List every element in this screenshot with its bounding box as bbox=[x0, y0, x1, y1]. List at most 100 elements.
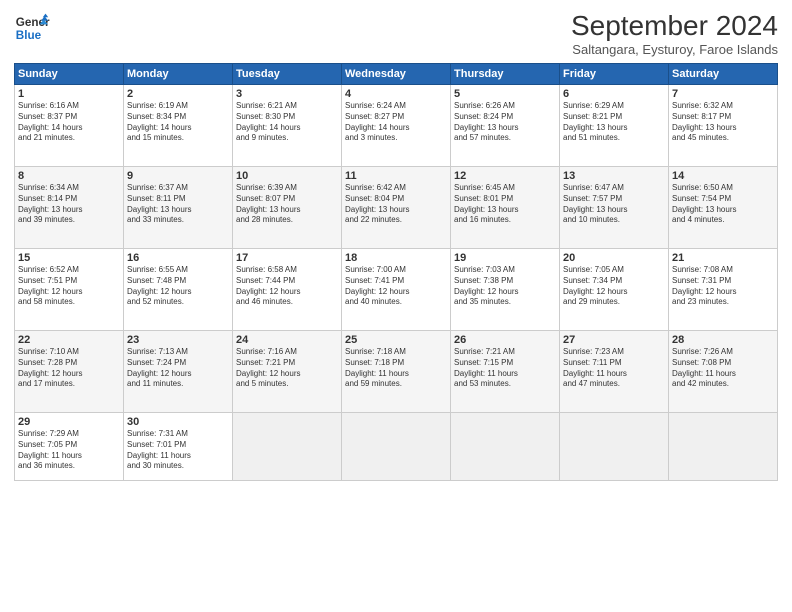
sunrise-info: Sunrise: 6:52 AM bbox=[18, 265, 79, 274]
title-block: September 2024 Saltangara, Eysturoy, Far… bbox=[571, 10, 778, 57]
calendar-day-cell: 30Sunrise: 7:31 AMSunset: 7:01 PMDayligh… bbox=[124, 413, 233, 481]
sunset-info: Sunset: 7:41 PM bbox=[345, 276, 404, 285]
day-info: Sunrise: 6:47 AM Sunset: 7:57 PM Daylight:… bbox=[563, 183, 665, 226]
daylight-hours: Daylight: 13 hours bbox=[672, 205, 736, 214]
day-number: 27 bbox=[563, 334, 665, 346]
day-number: 15 bbox=[18, 252, 120, 264]
day-number: 13 bbox=[563, 170, 665, 182]
day-info-continuation: and 16 minutes. bbox=[454, 215, 511, 224]
calendar-day-cell: 25Sunrise: 7:18 AMSunset: 7:18 PMDayligh… bbox=[342, 331, 451, 413]
sunrise-info: Sunrise: 6:24 AM bbox=[345, 101, 406, 110]
day-info-continuation: and 42 minutes. bbox=[672, 379, 729, 388]
sunrise-info: Sunrise: 7:05 AM bbox=[563, 265, 624, 274]
calendar-day-cell: 14Sunrise: 6:50 AMSunset: 7:54 PMDayligh… bbox=[669, 167, 778, 249]
day-info: Sunrise: 7:23 AMSunset: 7:11 PMDaylight:… bbox=[563, 347, 665, 390]
calendar-day-cell: 3Sunrise: 6:21 AMSunset: 8:30 PMDaylight… bbox=[233, 85, 342, 167]
day-number: 14 bbox=[672, 170, 774, 182]
day-info: Sunrise: 6:26 AMSunset: 8:24 PMDaylight:… bbox=[454, 101, 556, 144]
calendar-day-cell: 7Sunrise: 6:32 AMSunset: 8:17 PMDaylight… bbox=[669, 85, 778, 167]
day-number: 5 bbox=[454, 88, 556, 100]
day-info-continuation: and 5 minutes. bbox=[236, 379, 288, 388]
day-number: 16 bbox=[127, 252, 229, 264]
calendar-day-cell: 8Sunrise: 6:34 AMSunset: 8:14 PMDaylight… bbox=[15, 167, 124, 249]
sunrise-info: Sunrise: 6:26 AM bbox=[454, 101, 515, 110]
calendar-day-cell bbox=[560, 413, 669, 481]
daylight-hours: Daylight: 12 hours bbox=[127, 287, 191, 296]
daylight-hours: Daylight: 13 hours bbox=[127, 205, 191, 214]
sunrise-info: Sunrise: 6:47 AM bbox=[563, 183, 624, 192]
day-info: Sunrise: 7:13 AMSunset: 7:24 PMDaylight:… bbox=[127, 347, 229, 390]
header: General Blue September 2024 Saltangara, … bbox=[14, 10, 778, 57]
calendar-day-cell bbox=[669, 413, 778, 481]
daylight-hours: Daylight: 13 hours bbox=[563, 205, 627, 214]
calendar-page: General Blue September 2024 Saltangara, … bbox=[0, 0, 792, 612]
sunrise-info: Sunrise: 6:55 AM bbox=[127, 265, 188, 274]
day-info-continuation: and 35 minutes. bbox=[454, 297, 511, 306]
daylight-hours: Daylight: 13 hours bbox=[18, 205, 82, 214]
weekday-header-saturday: Saturday bbox=[669, 64, 778, 85]
sunrise-info: Sunrise: 7:26 AM bbox=[672, 347, 733, 356]
day-info: Sunrise: 6:58 AMSunset: 7:44 PMDaylight:… bbox=[236, 265, 338, 308]
day-number: 4 bbox=[345, 88, 447, 100]
daylight-hours: Daylight: 12 hours bbox=[236, 287, 300, 296]
day-info-continuation: and 53 minutes. bbox=[454, 379, 511, 388]
daylight-hours: Daylight: 11 hours bbox=[345, 369, 409, 378]
day-info: Sunrise: 6:52 AMSunset: 7:51 PMDaylight:… bbox=[18, 265, 120, 308]
daylight-hours: Daylight: 12 hours bbox=[672, 287, 736, 296]
day-info: Sunrise: 7:03 AMSunset: 7:38 PMDaylight:… bbox=[454, 265, 556, 308]
day-info-continuation: and 29 minutes. bbox=[563, 297, 620, 306]
sunset-info: Sunset: 7:28 PM bbox=[18, 358, 77, 367]
sunrise-info: Sunrise: 6:45 AM bbox=[454, 183, 515, 192]
day-number: 10 bbox=[236, 170, 338, 182]
weekday-header-thursday: Thursday bbox=[451, 64, 560, 85]
sunset-info: Sunset: 8:01 PM bbox=[454, 194, 513, 203]
calendar-day-cell: 28Sunrise: 7:26 AMSunset: 7:08 PMDayligh… bbox=[669, 331, 778, 413]
day-info: Sunrise: 7:29 AMSunset: 7:05 PMDaylight:… bbox=[18, 429, 120, 472]
sunset-info: Sunset: 7:08 PM bbox=[672, 358, 731, 367]
day-number: 28 bbox=[672, 334, 774, 346]
sunrise-info: Sunrise: 6:19 AM bbox=[127, 101, 188, 110]
sunrise-info: Sunrise: 7:00 AM bbox=[345, 265, 406, 274]
day-info-continuation: and 15 minutes. bbox=[127, 133, 184, 142]
daylight-hours: Daylight: 12 hours bbox=[18, 369, 82, 378]
sunset-info: Sunset: 8:21 PM bbox=[563, 112, 622, 121]
day-number: 21 bbox=[672, 252, 774, 264]
calendar-week-row: 29Sunrise: 7:29 AMSunset: 7:05 PMDayligh… bbox=[15, 413, 778, 481]
sunrise-info: Sunrise: 7:10 AM bbox=[18, 347, 79, 356]
calendar-week-row: 22Sunrise: 7:10 AMSunset: 7:28 PMDayligh… bbox=[15, 331, 778, 413]
day-info: Sunrise: 7:18 AMSunset: 7:18 PMDaylight:… bbox=[345, 347, 447, 390]
day-info-continuation: and 57 minutes. bbox=[454, 133, 511, 142]
day-number: 8 bbox=[18, 170, 120, 182]
daylight-hours: Daylight: 14 hours bbox=[127, 123, 191, 132]
day-number: 18 bbox=[345, 252, 447, 264]
calendar-day-cell: 21Sunrise: 7:08 AMSunset: 7:31 PMDayligh… bbox=[669, 249, 778, 331]
sunrise-info: Sunrise: 6:32 AM bbox=[672, 101, 733, 110]
daylight-hours: Daylight: 12 hours bbox=[454, 287, 518, 296]
sunset-info: Sunset: 8:11 PM bbox=[127, 194, 186, 203]
sunset-info: Sunset: 7:57 PM bbox=[563, 194, 622, 203]
daylight-hours: Daylight: 12 hours bbox=[236, 369, 300, 378]
daylight-hours: Daylight: 11 hours bbox=[127, 451, 191, 460]
sunset-info: Sunset: 7:18 PM bbox=[345, 358, 404, 367]
day-number: 30 bbox=[127, 416, 229, 428]
daylight-hours: Daylight: 13 hours bbox=[236, 205, 300, 214]
day-info-continuation: and 3 minutes. bbox=[345, 133, 397, 142]
day-number: 6 bbox=[563, 88, 665, 100]
calendar-day-cell: 24Sunrise: 7:16 AMSunset: 7:21 PMDayligh… bbox=[233, 331, 342, 413]
sunset-info: Sunset: 8:27 PM bbox=[345, 112, 404, 121]
weekday-header-monday: Monday bbox=[124, 64, 233, 85]
sunset-info: Sunset: 7:34 PM bbox=[563, 276, 622, 285]
day-info-continuation: and 47 minutes. bbox=[563, 379, 620, 388]
day-number: 7 bbox=[672, 88, 774, 100]
calendar-header-row: SundayMondayTuesdayWednesdayThursdayFrid… bbox=[15, 64, 778, 85]
sunrise-info: Sunrise: 7:29 AM bbox=[18, 429, 79, 438]
sunset-info: Sunset: 8:07 PM bbox=[236, 194, 295, 203]
calendar-day-cell bbox=[342, 413, 451, 481]
day-info-continuation: and 39 minutes. bbox=[18, 215, 75, 224]
day-number: 17 bbox=[236, 252, 338, 264]
sunrise-info: Sunrise: 7:08 AM bbox=[672, 265, 733, 274]
day-info-continuation: and 45 minutes. bbox=[672, 133, 729, 142]
day-info-continuation: and 59 minutes. bbox=[345, 379, 402, 388]
day-info-continuation: and 21 minutes. bbox=[18, 133, 75, 142]
calendar-day-cell: 23Sunrise: 7:13 AMSunset: 7:24 PMDayligh… bbox=[124, 331, 233, 413]
